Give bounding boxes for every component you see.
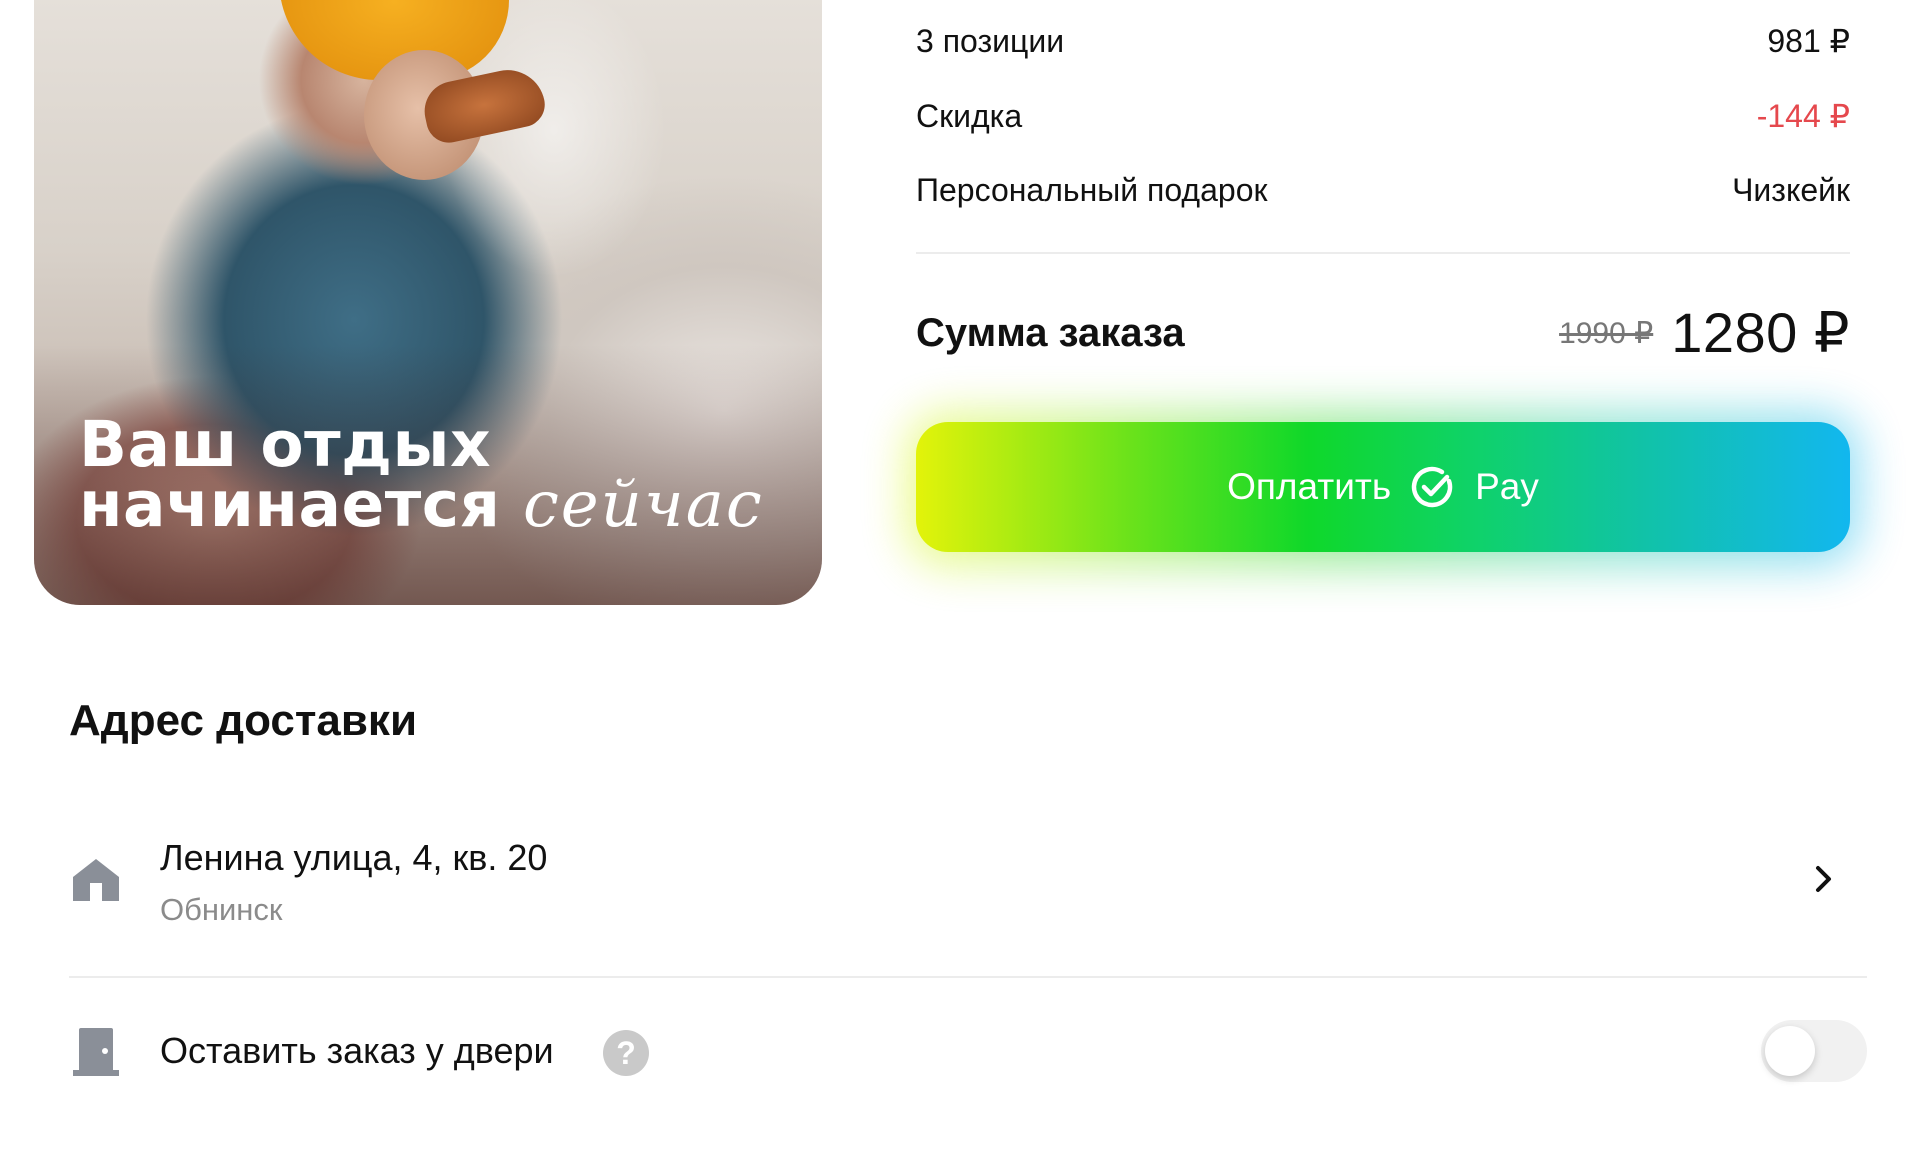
leave-at-door-row: Оставить заказ у двери ? [69, 1010, 1867, 1094]
promo-headline: Ваш отдых начинается сейчас [79, 408, 764, 537]
help-icon[interactable]: ? [603, 1030, 649, 1076]
order-total-label: Сумма заказа [916, 310, 1185, 355]
check-circle-icon [1411, 465, 1455, 509]
pay-button-pay-text: Pay [1475, 466, 1539, 507]
promo-headline-line1: Ваш отдых [79, 408, 492, 481]
delivery-title: Адрес доставки [69, 696, 418, 745]
summary-row-value: 981 ₽ [1767, 23, 1850, 59]
summary-row-label: Скидка [916, 97, 1023, 134]
address-city: Обнинск [160, 892, 283, 927]
order-total: Сумма заказа 1990 ₽ 1280 ₽ [916, 300, 1850, 366]
summary-row-items: 3 позиции 981 ₽ [916, 22, 1850, 60]
new-price: 1280 ₽ [1671, 301, 1850, 364]
door-icon [71, 1026, 121, 1083]
old-price: 1990 ₽ [1559, 316, 1654, 350]
summary-row-value: Чизкейк [1732, 172, 1850, 208]
pay-button-wrapper: Оплатить Pay [906, 412, 1860, 566]
promo-headline-accent: сейчас [522, 468, 764, 542]
summary-row-discount: Скидка -144 ₽ [916, 97, 1850, 135]
pay-button[interactable]: Оплатить Pay [916, 422, 1850, 552]
pay-button-label: Оплатить [1227, 466, 1392, 507]
promo-banner[interactable]: Ваш отдых начинается сейчас [34, 0, 822, 605]
summary-row-label: Персональный подарок [916, 172, 1268, 208]
delivery-separator [69, 976, 1867, 978]
summary-row-label: 3 позиции [916, 22, 1065, 59]
summary-row-gift: Персональный подарок Чизкейк [916, 172, 1850, 209]
delivery-address-row[interactable]: Ленина улица, 4, кв. 20 Обнинск [69, 820, 1859, 950]
leave-at-door-label: Оставить заказ у двери [160, 1030, 554, 1071]
leave-at-door-toggle[interactable] [1761, 1020, 1867, 1082]
promo-headline-line2: начинается [79, 468, 501, 541]
toggle-knob [1765, 1026, 1815, 1076]
summary-divider [916, 252, 1850, 254]
order-total-prices: 1990 ₽ 1280 ₽ [1559, 300, 1850, 366]
chevron-right-icon[interactable] [1813, 864, 1835, 899]
home-icon [69, 855, 123, 908]
summary-row-value: -144 ₽ [1756, 98, 1850, 134]
address-line: Ленина улица, 4, кв. 20 [160, 837, 548, 878]
checkout-page: Ваш отдых начинается сейчас 3 позиции 98… [0, 0, 1914, 1160]
